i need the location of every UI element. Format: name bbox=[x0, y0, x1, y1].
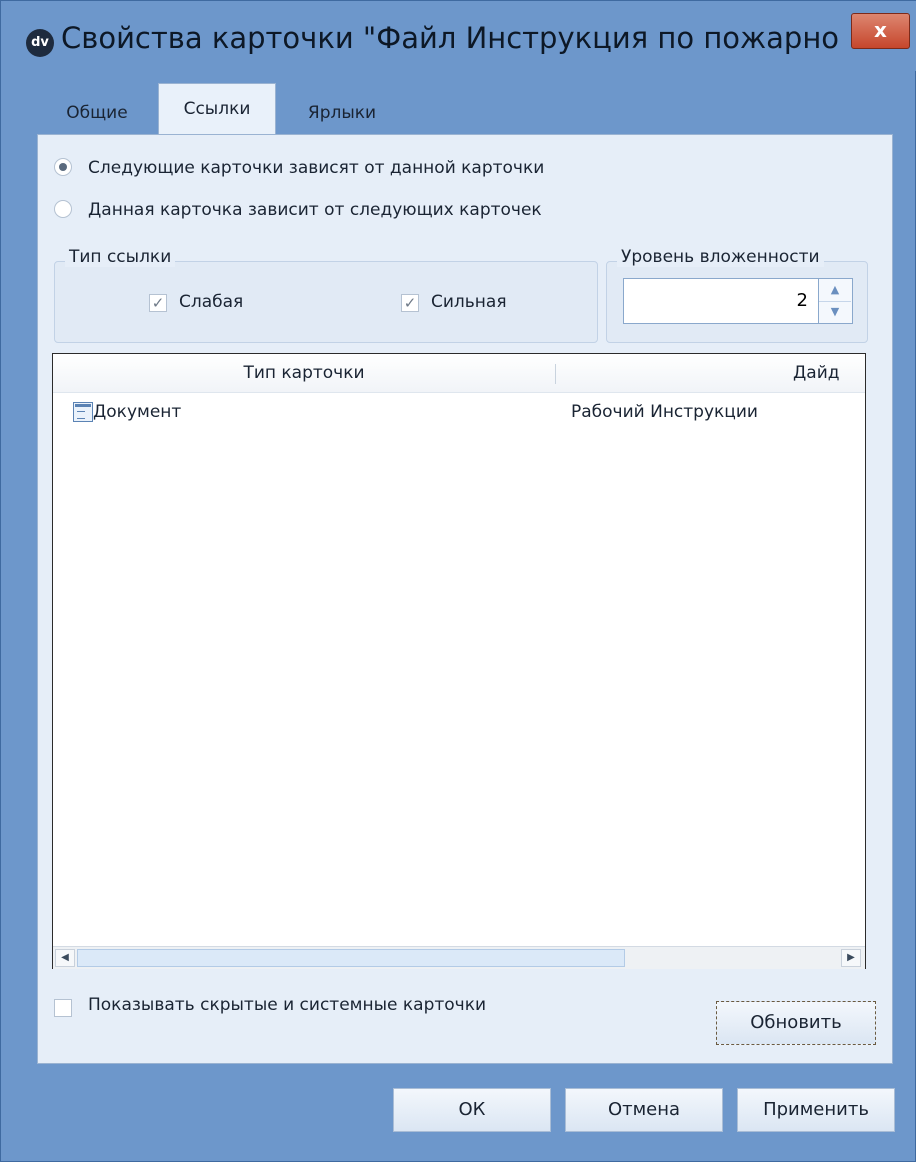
strong-checkbox[interactable]: ✓ bbox=[401, 294, 419, 312]
column-header-second[interactable]: Дайд bbox=[793, 354, 865, 392]
column-separator[interactable] bbox=[555, 364, 556, 384]
scroll-thumb[interactable] bbox=[77, 949, 625, 967]
close-button[interactable]: x bbox=[851, 13, 910, 49]
tab-strip: Общие Ссылки Ярлыки bbox=[37, 81, 893, 137]
show-hidden-checkbox[interactable] bbox=[54, 999, 72, 1017]
nesting-level-spinner: ▲ ▼ bbox=[819, 278, 853, 324]
tab-shortcuts[interactable]: Ярлыки bbox=[287, 91, 397, 135]
checkmark-icon: ✓ bbox=[403, 294, 417, 312]
weak-label: Слабая bbox=[179, 292, 244, 312]
dv-app-icon: dv bbox=[26, 29, 54, 57]
nesting-level-legend: Уровень вложенности bbox=[617, 247, 824, 267]
spin-down-icon[interactable]: ▼ bbox=[819, 301, 851, 323]
strong-label: Сильная bbox=[431, 292, 507, 312]
radio-button[interactable] bbox=[54, 158, 72, 176]
column-header-card-type[interactable]: Тип карточки bbox=[53, 354, 555, 392]
weak-checkbox[interactable]: ✓ bbox=[149, 294, 167, 312]
radio-button[interactable] bbox=[54, 200, 72, 218]
show-hidden-label: Показывать скрытые и системные карточки bbox=[88, 995, 487, 1015]
close-icon: x bbox=[874, 18, 887, 42]
document-card-icon bbox=[73, 402, 93, 422]
horizontal-scrollbar[interactable]: ◀ ▶ bbox=[53, 946, 865, 969]
grid-header: Тип карточки Дайд bbox=[53, 354, 865, 393]
scroll-left-icon[interactable]: ◀ bbox=[55, 949, 75, 967]
linked-cards-grid: Тип карточки Дайд Документ Рабочий Инстр… bbox=[52, 353, 866, 969]
spin-up-icon[interactable]: ▲ bbox=[819, 279, 851, 302]
ok-button[interactable]: ОК bbox=[393, 1088, 551, 1132]
properties-dialog: dv Свойства карточки "Файл Инструкция по… bbox=[0, 0, 916, 1162]
radio-label: Следующие карточки зависят от данной кар… bbox=[88, 158, 545, 178]
radio-label: Данная карточка зависит от следующих кар… bbox=[88, 200, 542, 220]
cancel-button[interactable]: Отмена bbox=[565, 1088, 723, 1132]
title-bar: dv Свойства карточки "Файл Инструкция по… bbox=[1, 1, 916, 71]
cell-card-type: Документ bbox=[93, 402, 182, 422]
link-type-legend: Тип ссылки bbox=[65, 247, 176, 267]
cell-second: Рабочий Инструкции bbox=[571, 402, 758, 422]
nesting-level-input[interactable]: 2 bbox=[623, 278, 819, 324]
checkmark-icon: ✓ bbox=[151, 294, 165, 312]
scroll-right-icon[interactable]: ▶ bbox=[841, 949, 861, 967]
tab-general[interactable]: Общие bbox=[37, 91, 157, 135]
apply-button[interactable]: Применить bbox=[737, 1088, 895, 1132]
window-title: Свойства карточки "Файл Инструкция по по… bbox=[61, 21, 841, 55]
table-row[interactable]: Документ Рабочий Инструкции bbox=[53, 394, 865, 430]
links-tab-panel: Следующие карточки зависят от данной кар… bbox=[37, 134, 893, 1064]
link-type-group: Тип ссылки ✓ Слабая ✓ Сильная bbox=[54, 247, 598, 343]
refresh-button[interactable]: Обновить bbox=[716, 1001, 876, 1045]
nesting-level-group: Уровень вложенности 2 ▲ ▼ bbox=[606, 247, 868, 343]
tab-links[interactable]: Ссылки bbox=[158, 83, 276, 137]
